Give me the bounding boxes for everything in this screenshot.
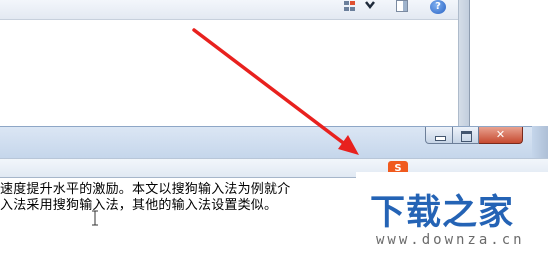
watermark-logo-text: 下载之家	[370, 193, 515, 233]
view-options-icon[interactable]	[343, 0, 355, 12]
preview-pane-icon[interactable]	[396, 0, 408, 12]
window-title-bar[interactable]	[0, 126, 548, 158]
chevron-down-icon[interactable]	[364, 0, 376, 12]
watermark-url: www.downza.cn	[376, 232, 525, 248]
caption-buttons	[425, 127, 523, 145]
maximize-button[interactable]	[453, 127, 479, 144]
background-window-toolbar: ?	[0, 0, 468, 20]
background-window: ?	[0, 0, 548, 126]
document-text-line: 入法采用搜狗输入法，其他的输入法设置类似。	[0, 198, 278, 213]
window-frame-right	[532, 126, 548, 158]
desktop-area	[470, 0, 548, 126]
screenshot: ? S 速度提升水平的激励。本文以搜狗输入法为例就介 入法采用搜狗输入法，其他的…	[0, 0, 548, 258]
help-icon[interactable]: ?	[430, 0, 446, 14]
background-window-content	[0, 20, 458, 126]
background-window-frame	[458, 0, 470, 126]
close-button[interactable]	[479, 127, 523, 144]
text-cursor-icon	[92, 210, 98, 226]
minimize-button[interactable]	[425, 127, 453, 144]
